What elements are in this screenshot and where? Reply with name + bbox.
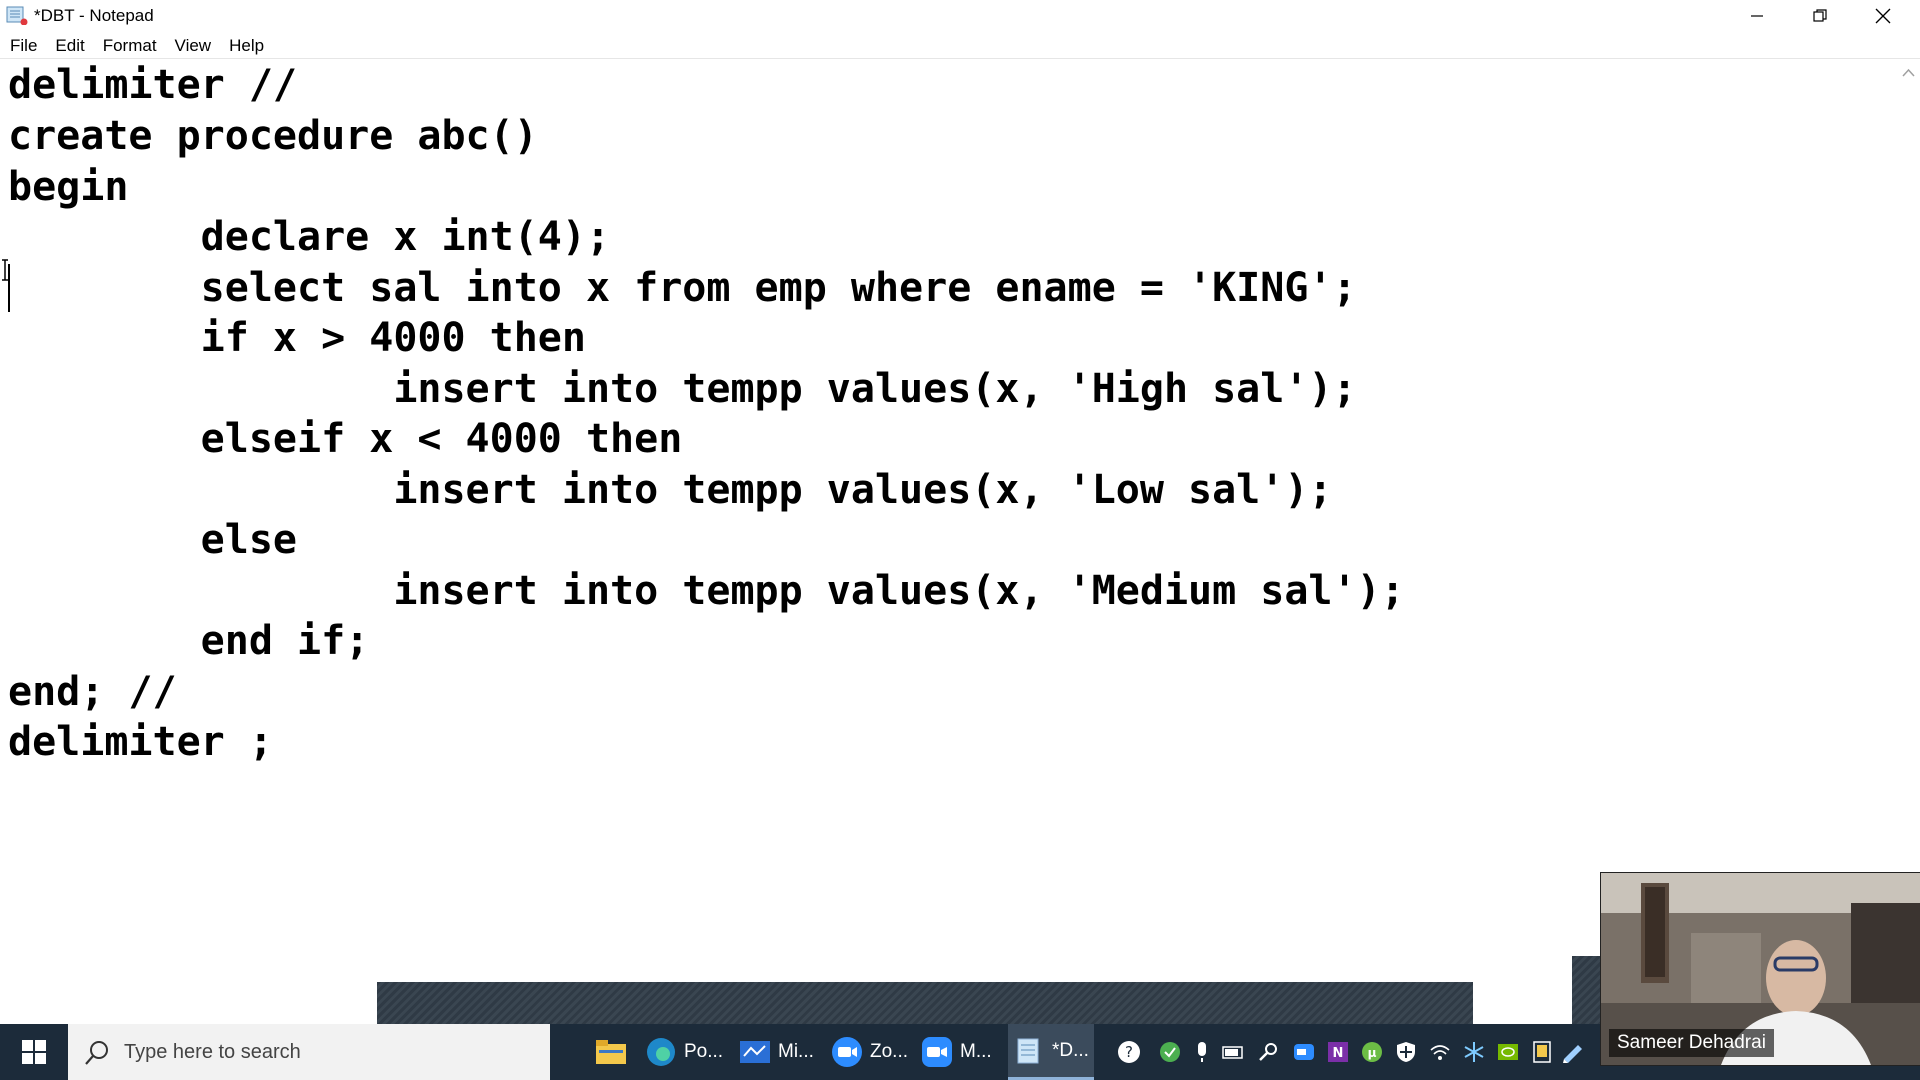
- code-line: delimiter //: [8, 62, 297, 108]
- menu-file[interactable]: File: [0, 34, 46, 58]
- menu-view[interactable]: View: [166, 34, 221, 58]
- taskbar-app-label: Zo...: [870, 1041, 909, 1062]
- menu-format[interactable]: Format: [94, 34, 166, 58]
- scroll-up-icon[interactable]: [1902, 68, 1915, 78]
- menu-edit[interactable]: Edit: [46, 34, 93, 58]
- taskbar-search[interactable]: Type here to search: [68, 1024, 550, 1080]
- search-icon: [85, 1041, 108, 1065]
- tablet-icon[interactable]: [1530, 1040, 1554, 1064]
- code-line: insert into tempp values(x, 'Low sal');: [8, 467, 1333, 513]
- minimize-button[interactable]: [1726, 0, 1788, 32]
- taskbar-app-label: Mi...: [778, 1041, 814, 1062]
- participant-name: Sameer Dehadrai: [1609, 1029, 1774, 1057]
- minimize-icon: [1751, 15, 1763, 17]
- check-icon[interactable]: [1158, 1040, 1182, 1064]
- onenote-icon[interactable]: N: [1326, 1040, 1350, 1064]
- taskbar-app-label: Po...: [684, 1041, 724, 1062]
- taskbar-app-zoom-meeting[interactable]: M...: [920, 1024, 1000, 1080]
- edge-icon: [644, 1035, 678, 1069]
- code-line: select sal into x from emp where ename =…: [8, 265, 1357, 311]
- taskbar-app-whiteboard[interactable]: Mi...: [738, 1024, 818, 1080]
- restore-icon: [1813, 9, 1827, 22]
- file-explorer-icon: [596, 1040, 626, 1064]
- code-line: end; //: [8, 669, 177, 715]
- code-line: if x > 4000 then: [8, 315, 586, 361]
- microphone-icon[interactable]: [1190, 1040, 1214, 1064]
- window-title: *DBT - Notepad: [34, 6, 154, 25]
- svg-text:N: N: [1333, 1046, 1344, 1061]
- shield-icon[interactable]: [1394, 1040, 1418, 1064]
- code-line: else: [8, 517, 297, 563]
- wifi-icon[interactable]: [1428, 1040, 1452, 1064]
- taskbar-app-file-explorer[interactable]: [588, 1024, 634, 1080]
- battery-icon[interactable]: [1222, 1040, 1246, 1064]
- restore-button[interactable]: [1789, 0, 1851, 32]
- zoom-icon: [830, 1035, 864, 1069]
- pen-icon[interactable]: [1562, 1040, 1586, 1064]
- help-icon[interactable]: ?: [1117, 1040, 1141, 1064]
- taskbar-app-edge[interactable]: Po...: [644, 1024, 724, 1080]
- snowflake-icon[interactable]: [1462, 1040, 1486, 1064]
- svg-text:?: ?: [1125, 1043, 1133, 1061]
- notepad-icon: [1012, 1034, 1046, 1068]
- code-line: elseif x < 4000 then: [8, 416, 683, 462]
- code-line: insert into tempp values(x, 'High sal');: [8, 366, 1357, 412]
- close-button[interactable]: [1852, 0, 1914, 32]
- menu-bar: File Edit Format View Help: [0, 34, 273, 58]
- ibeam-cursor-icon: [2, 259, 8, 281]
- search-placeholder: Type here to search: [124, 1041, 301, 1063]
- title-bar: *DBT - Notepad: [0, 0, 1920, 32]
- taskbar-app-label: *D...: [1052, 1039, 1089, 1061]
- code-line: begin: [8, 164, 129, 210]
- notepad-app-icon[interactable]: [6, 5, 28, 25]
- start-button[interactable]: [0, 1024, 68, 1080]
- steam-icon[interactable]: [1256, 1040, 1280, 1064]
- svg-text:μ: μ: [1368, 1046, 1377, 1060]
- zoom-tray-icon[interactable]: [1292, 1040, 1316, 1064]
- taskbar-app-label: M...: [960, 1041, 992, 1062]
- code-line: delimiter ;: [8, 719, 273, 765]
- video-feed[interactable]: Sameer Dehadrai: [1600, 872, 1920, 1066]
- taskbar-app-zoom[interactable]: Zo...: [830, 1024, 910, 1080]
- code-line: end if;: [8, 618, 370, 664]
- windows-logo-icon: [22, 1040, 46, 1064]
- whiteboard-icon: [738, 1035, 772, 1069]
- code-line: insert into tempp values(x, 'Medium sal'…: [8, 568, 1405, 614]
- taskbar-app-notepad[interactable]: *D...: [1008, 1024, 1094, 1080]
- menu-help[interactable]: Help: [220, 34, 273, 58]
- code-line: create procedure abc(): [8, 113, 538, 159]
- menu-divider: [0, 58, 1920, 59]
- close-icon: [1875, 8, 1891, 24]
- nvidia-icon[interactable]: [1496, 1040, 1520, 1064]
- share-overlay-bar: [377, 982, 1473, 1024]
- share-overlay-bar: [1572, 956, 1602, 1024]
- code-line: declare x int(4);: [8, 214, 611, 260]
- torrent-icon[interactable]: μ: [1360, 1040, 1384, 1064]
- zoom-meeting-icon: [920, 1035, 954, 1069]
